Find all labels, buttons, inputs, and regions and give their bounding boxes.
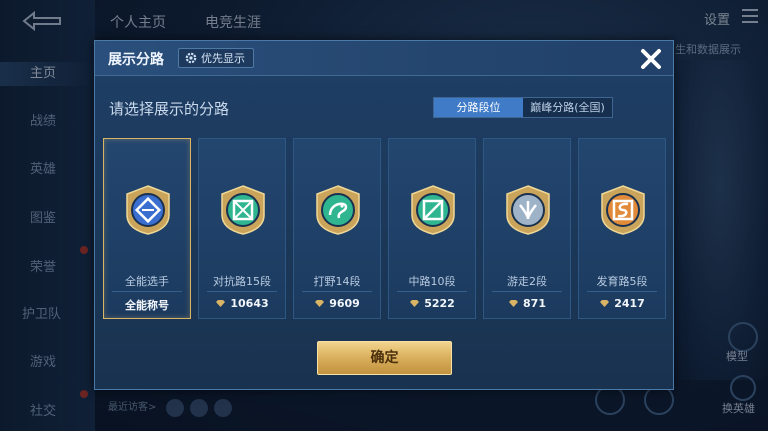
lane-card-label: 游走2段: [507, 275, 547, 288]
lane-card-value: 871: [523, 297, 546, 310]
lane-card-label: 发育路5段: [596, 275, 648, 288]
lane-card-label: 打野14段: [313, 275, 361, 288]
divider: [302, 291, 372, 292]
diamond-icon: [600, 300, 610, 307]
dialog-subtitle: 请选择展示的分路: [109, 100, 230, 118]
roam-badge-icon: [506, 185, 550, 235]
lane-card-label: 中路10段: [408, 275, 456, 288]
priority-display-button[interactable]: 优先显示: [178, 48, 254, 68]
lane-card-label: 全能选手: [125, 275, 169, 288]
lane-card-value: 10643: [230, 297, 269, 310]
divider: [397, 291, 467, 292]
divider: [492, 291, 562, 292]
lane-card-score: 10643: [199, 297, 285, 310]
display-mode-toggle: 分路段位 巅峰分路(全国): [433, 97, 613, 118]
lane-card-score: 9609: [294, 297, 380, 310]
lane-card-score: 2417: [579, 297, 665, 310]
farm-lane-badge-icon: [601, 185, 645, 235]
lane-card[interactable]: 发育路5段 2417: [578, 138, 666, 319]
diamond-icon: [410, 300, 420, 307]
diamond-icon: [216, 300, 226, 307]
divider: [112, 291, 182, 292]
diamond-icon: [315, 300, 325, 307]
mid-lane-badge-icon: [411, 185, 455, 235]
divider: [207, 291, 277, 292]
lane-card[interactable]: 中路10段 5222: [388, 138, 476, 319]
lane-card-value: 2417: [614, 297, 645, 310]
lane-card-value: 9609: [329, 297, 360, 310]
confirm-button[interactable]: 确定: [317, 341, 452, 375]
dialog-title: 展示分路: [108, 52, 164, 68]
clash-lane-badge-icon: [221, 185, 265, 235]
lane-card[interactable]: 全能选手 全能称号: [103, 138, 191, 319]
gear-icon: [185, 52, 197, 64]
all-round-badge-icon: [126, 185, 170, 235]
lane-card-value: 全能称号: [125, 299, 169, 312]
lane-card-label: 对抗路15段: [213, 275, 271, 288]
lane-display-dialog: 展示分路 优先显示 请选择展示的分路 分路段位 巅峰分路(全国) 全能选手全能称…: [94, 40, 674, 390]
jungle-badge-icon: [316, 185, 360, 235]
close-icon[interactable]: [637, 45, 665, 73]
lane-card-score: 5222: [389, 297, 475, 310]
tab-lane-rank[interactable]: 分路段位: [434, 98, 523, 117]
priority-display-label: 优先显示: [201, 52, 245, 65]
lane-card[interactable]: 游走2段 871: [483, 138, 571, 319]
lane-card-value: 5222: [424, 297, 455, 310]
lane-card-score: 全能称号: [104, 297, 190, 313]
divider: [587, 291, 657, 292]
diamond-icon: [509, 300, 519, 307]
tab-peak-lane[interactable]: 巅峰分路(全国): [523, 98, 612, 117]
lane-card[interactable]: 打野14段 9609: [293, 138, 381, 319]
lane-card[interactable]: 对抗路15段 10643: [198, 138, 286, 319]
dialog-header: 展示分路 优先显示: [95, 41, 673, 76]
lane-card-score: 871: [484, 297, 570, 310]
